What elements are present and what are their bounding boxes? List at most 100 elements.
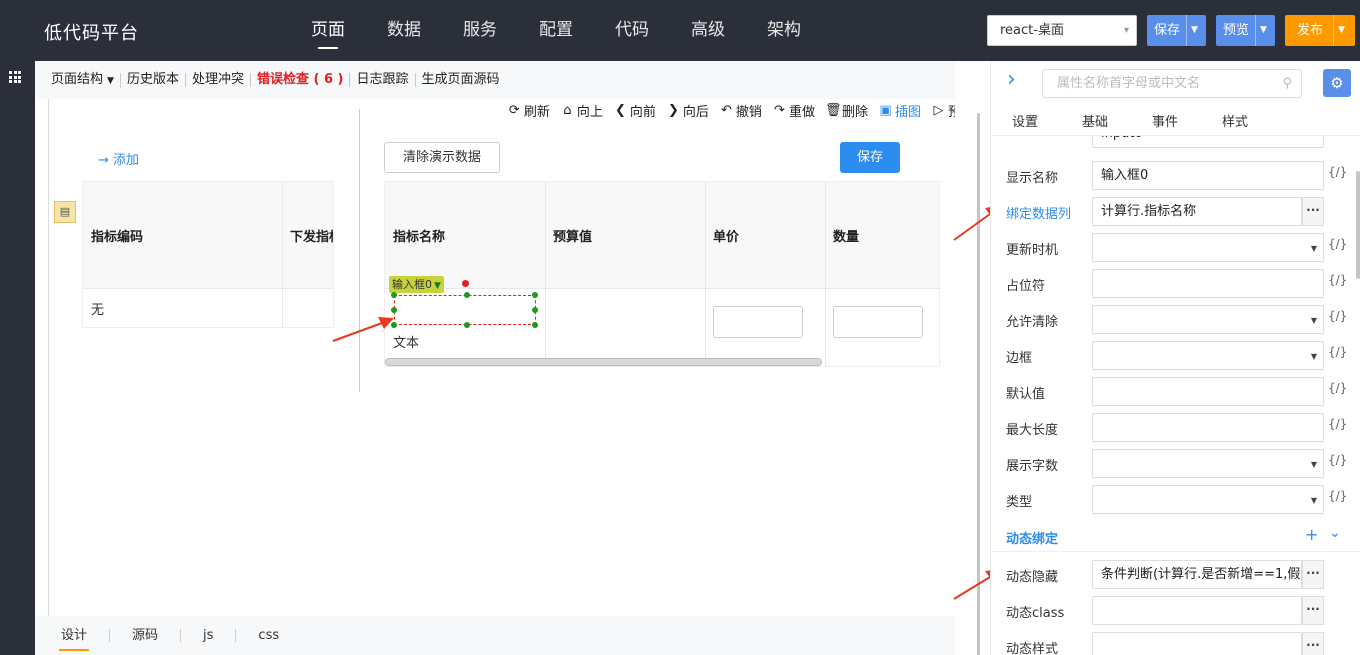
panel-tabs: 设置 基础 事件 样式 [991,111,1360,135]
generate-source-link[interactable]: 生成页面源码 [416,73,506,87]
refresh-button[interactable]: ⟳ 刷新 [507,101,550,120]
history-version-link[interactable]: 历史版本 [121,73,186,87]
tab-source[interactable]: 源码 [110,629,182,642]
quantity-input[interactable] [833,306,923,338]
expression-toggle[interactable]: {/} [1328,165,1347,179]
dynamic-binding-section: 动态绑定 + ⌄ [991,518,1360,552]
annotation-arrow [332,317,394,342]
resize-handle[interactable] [532,292,538,298]
expression-toggle[interactable]: {/} [1328,381,1347,395]
resize-handle[interactable] [464,292,470,298]
resize-handle[interactable] [464,322,470,328]
tab-style[interactable]: 样式 [1222,111,1292,135]
prop-row-allow-clear: 允许清除 {/} [991,302,1360,338]
expression-toggle[interactable]: {/} [1328,273,1347,287]
more-options-button[interactable]: ··· [1302,197,1324,226]
max-length-field[interactable] [1092,413,1324,442]
nav-code[interactable]: 代码 [594,0,670,61]
move-back-button[interactable]: ❯ 向后 [666,101,709,120]
top-header: 低代码平台 页面 数据 服务 配置 代码 高级 架构 react-桌面 ▾ 保存… [0,0,1360,61]
id-field[interactable]: input0 [1092,136,1324,148]
dynamic-hidden-field[interactable]: 条件判断(计算行.是否新增==1,假,真 [1092,560,1302,589]
expression-toggle[interactable]: {/} [1328,136,1347,137]
grid-menu-icon[interactable] [9,71,21,83]
move-up-button[interactable]: ⌂ 向上 [560,101,603,120]
log-trace-link[interactable]: 日志跟踪 [350,73,416,87]
property-search-input[interactable]: 属性名称首字母或中文名 ⚲ [1042,69,1302,98]
redo-button[interactable]: ↷ 重做 [772,101,815,120]
expression-toggle[interactable]: {/} [1328,237,1347,251]
preview-button-label: 预览 [1223,23,1250,38]
expression-toggle[interactable]: {/} [1328,489,1347,503]
show-count-select[interactable] [1092,449,1324,478]
prop-row-border: 边框 {/} [991,338,1360,374]
delete-button[interactable]: 🗑 删除 [825,101,868,120]
selected-component-box[interactable] [394,295,536,325]
nav-config[interactable]: 配置 [518,0,594,61]
display-name-field[interactable]: 输入框0 [1092,161,1324,190]
tab-events[interactable]: 事件 [1152,111,1222,135]
expression-toggle[interactable]: {/} [1328,345,1347,359]
resolve-conflict-link[interactable]: 处理冲突 [186,73,251,87]
undo-button[interactable]: ↶ 撤销 [719,101,762,120]
env-select[interactable]: react-桌面 ▾ [987,15,1137,46]
tab-basic[interactable]: 基础 [1082,111,1152,135]
resize-handle[interactable] [532,322,538,328]
gear-icon[interactable]: ⚙ [1323,69,1351,97]
panel-scrollbar[interactable] [1356,171,1360,279]
clear-demo-data-button[interactable]: 清除演示数据 [384,142,500,173]
save-button-label: 保存 [1154,23,1181,38]
insert-image-button[interactable]: ▣ 插图 [878,101,921,120]
add-link[interactable]: → 添加 [98,149,139,168]
more-options-button[interactable]: ··· [1302,560,1324,589]
component-tag[interactable]: 输入框0 ▼ [389,276,444,293]
preview-button[interactable]: 预览 ▼ [1216,15,1275,46]
default-value-field[interactable] [1092,377,1324,406]
expression-toggle[interactable]: {/} [1328,417,1347,431]
type-select[interactable] [1092,485,1324,514]
prop-row-max-length: 最大长度 {/} [991,410,1360,446]
expression-toggle[interactable]: {/} [1328,309,1347,323]
tab-css[interactable]: css [236,629,301,642]
border-select[interactable] [1092,341,1324,370]
nav-service[interactable]: 服务 [442,0,518,61]
publish-dropdown-icon[interactable]: ▼ [1333,15,1349,46]
nav-architecture[interactable]: 架构 [746,0,822,61]
resize-handle[interactable] [391,292,397,298]
page-structure-menu[interactable]: 页面结构 ▼ [51,72,121,88]
tab-design[interactable]: 设计 [58,629,111,651]
bind-column-field[interactable]: 计算行.指标名称 [1092,197,1302,226]
resize-handle[interactable] [532,307,538,313]
chevron-right-icon[interactable]: › [1007,69,1016,91]
nav-advanced[interactable]: 高级 [670,0,746,61]
component-marker-icon[interactable]: ▤ [54,201,76,223]
nav-data[interactable]: 数据 [366,0,442,61]
placeholder-field[interactable] [1092,269,1324,298]
horizontal-scrollbar[interactable] [385,358,822,366]
save-button[interactable]: 保存 ▼ [1147,15,1206,46]
update-timing-select[interactable] [1092,233,1324,262]
add-icon[interactable]: + [1305,525,1318,544]
error-check-link[interactable]: 错误检查 ( 6 ) [251,73,351,87]
designer-toolbar: 页面结构 ▼ 历史版本 处理冲突 错误检查 ( 6 ) 日志跟踪 生成页面源码 [35,61,990,99]
panel-divider [359,109,360,392]
bottom-tabs: 设计 源码 js css [35,616,990,655]
save-dropdown-icon[interactable]: ▼ [1186,15,1202,46]
more-options-button[interactable]: ··· [1302,596,1324,625]
expression-toggle[interactable]: {/} [1328,453,1347,467]
publish-button[interactable]: 发布 ▼ [1285,15,1355,46]
nav-page[interactable]: 页面 [290,0,366,61]
chevron-down-icon[interactable]: ⌄ [1329,525,1341,541]
tab-settings[interactable]: 设置 [1012,111,1082,135]
dynamic-class-field[interactable] [1092,596,1302,625]
preview-dropdown-icon[interactable]: ▼ [1255,15,1271,46]
more-options-button[interactable]: ··· [1302,632,1324,655]
rotate-handle[interactable] [462,280,469,287]
dynamic-style-field[interactable] [1092,632,1302,655]
allow-clear-select[interactable] [1092,305,1324,334]
tab-js[interactable]: js [181,629,237,642]
unit-price-input[interactable] [713,306,803,338]
column-header: 指标名称 [393,230,446,245]
canvas-save-button[interactable]: 保存 [840,142,900,173]
move-forward-button[interactable]: ❮ 向前 [613,101,656,120]
